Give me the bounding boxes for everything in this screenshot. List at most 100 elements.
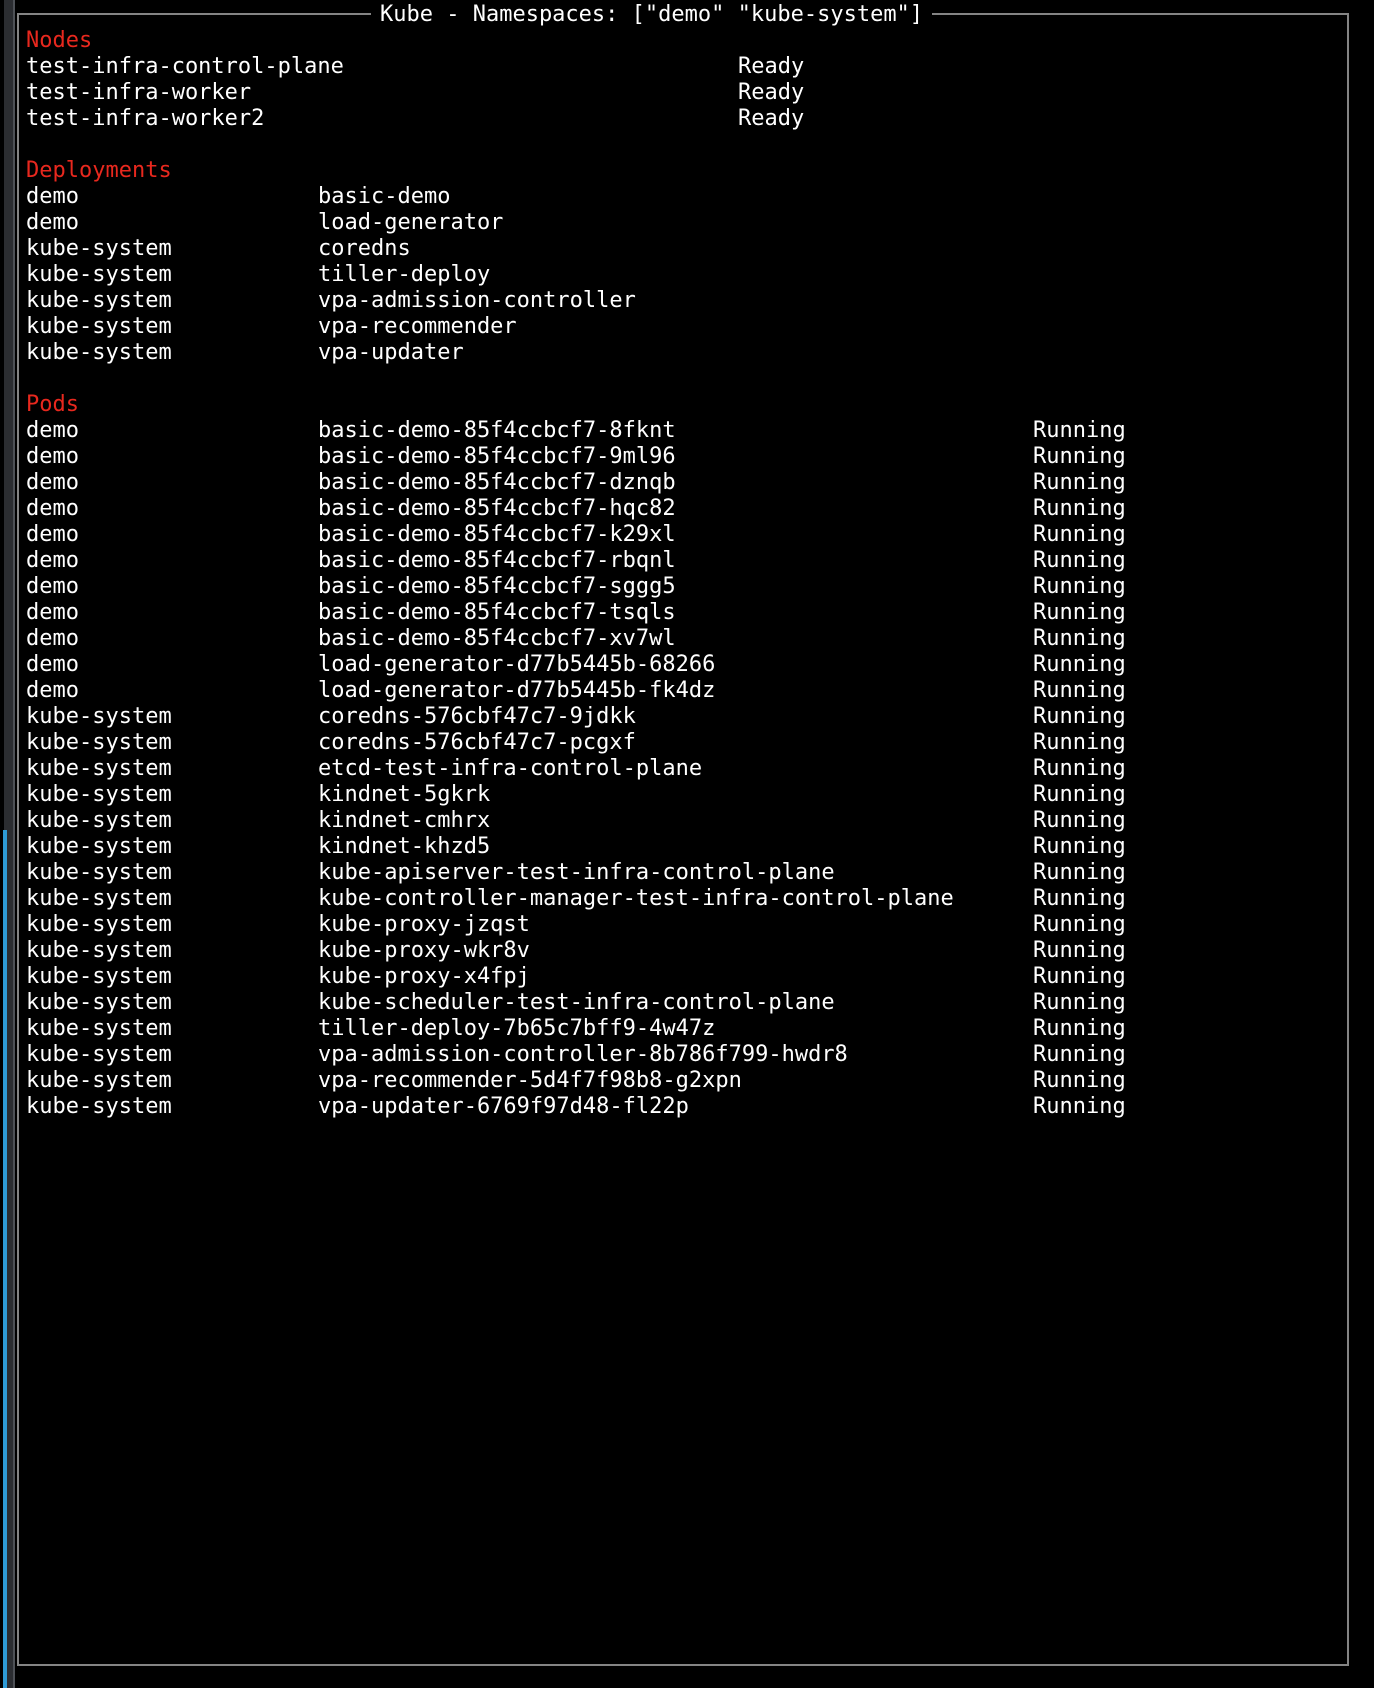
node-name: test-infra-worker2 — [26, 106, 264, 132]
pod-status: Running — [1033, 470, 1126, 496]
pod-name: vpa-updater-6769f97d48-fl22p — [318, 1094, 689, 1120]
pod-name: basic-demo-85f4ccbcf7-8fknt — [318, 418, 676, 444]
pod-namespace: demo — [26, 418, 79, 444]
pod-name: kube-proxy-jzqst — [318, 912, 530, 938]
pod-status: Running — [1033, 1042, 1126, 1068]
pod-namespace: demo — [26, 626, 79, 652]
pod-namespace: kube-system — [26, 860, 172, 886]
deployment-name: vpa-admission-controller — [318, 288, 636, 314]
pod-status: Running — [1033, 704, 1126, 730]
pod-namespace: kube-system — [26, 1016, 172, 1042]
pod-status: Running — [1033, 990, 1126, 1016]
pod-name: basic-demo-85f4ccbcf7-hqc82 — [318, 496, 676, 522]
pod-name: basic-demo-85f4ccbcf7-k29xl — [318, 522, 676, 548]
pod-name: etcd-test-infra-control-plane — [318, 756, 702, 782]
pod-status: Running — [1033, 600, 1126, 626]
pods-section-header: Pods — [19, 392, 1347, 418]
pod-name: kube-controller-manager-test-infra-contr… — [318, 886, 954, 912]
pod-status: Running — [1033, 522, 1126, 548]
pod-namespace: kube-system — [26, 756, 172, 782]
pod-status: Running — [1033, 782, 1126, 808]
pod-status: Running — [1033, 548, 1126, 574]
section-header-label: Pods — [26, 392, 79, 418]
node-row: test-infra-workerReady — [19, 80, 1347, 106]
pod-name: kube-scheduler-test-infra-control-plane — [318, 990, 835, 1016]
deployment-namespace: demo — [26, 210, 79, 236]
pod-namespace: kube-system — [26, 730, 172, 756]
scrollbar-thumb[interactable] — [3, 830, 7, 1688]
pod-row: kube-system vpa-admission-controller-8b78… — [19, 1042, 1347, 1068]
pod-name: vpa-admission-controller-8b786f799-hwdr8 — [318, 1042, 848, 1068]
deployments-table: demobasic-demodemoload-generatorkube-sys… — [19, 184, 1347, 366]
deployment-namespace: kube-system — [26, 236, 172, 262]
pod-row: demobasic-demo-85f4ccbcf7-rbqnlRunning — [19, 548, 1347, 574]
kube-panel: Kube - Namespaces: ["demo" "kube-system"… — [17, 13, 1349, 1666]
pod-status: Running — [1033, 808, 1126, 834]
pod-row: kube-systemkindnet-khzd5Running — [19, 834, 1347, 860]
pod-name: basic-demo-85f4ccbcf7-rbqnl — [318, 548, 676, 574]
pod-row: kube-systemkube-proxy-x4fpjRunning — [19, 964, 1347, 990]
pod-row: kube-systemvpa-updater-6769f97d48-fl22pR… — [19, 1094, 1347, 1120]
pod-row: demobasic-demo-85f4ccbcf7-xv7wlRunning — [19, 626, 1347, 652]
node-row: test-infra-control-planeReady — [19, 54, 1347, 80]
deployment-row: demo basic-demo — [19, 184, 1347, 210]
pod-status: Running — [1033, 1094, 1126, 1120]
node-status: Ready — [738, 80, 804, 106]
pod-namespace: kube-system — [26, 808, 172, 834]
pod-row: demobasic-demo-85f4ccbcf7-k29xlRunning — [19, 522, 1347, 548]
pod-row: kube-system etcd-test-infra-control-plane… — [19, 756, 1347, 782]
pod-row: kube-systemcoredns-576cbf47c7-pcgxfRunni… — [19, 730, 1347, 756]
deployment-name: tiller-deploy — [318, 262, 490, 288]
pods-table: demobasic-demo-85f4ccbcf7-8fkntRunningde… — [19, 418, 1347, 1120]
pod-name: kube-proxy-wkr8v — [318, 938, 530, 964]
pod-row: kube-system kube-proxy-wkr8v Running — [19, 938, 1347, 964]
pod-namespace: demo — [26, 574, 79, 600]
pod-row: kube-systemkube-scheduler-test-infra-con… — [19, 990, 1347, 1016]
pod-row: demoload-generator-d77b5445b-68266Runnin… — [19, 652, 1347, 678]
pod-namespace: kube-system — [26, 1042, 172, 1068]
pod-status: Running — [1033, 626, 1126, 652]
pod-name: kindnet-khzd5 — [318, 834, 490, 860]
pod-row: kube-system coredns-576cbf47c7-9jdkk Runni… — [19, 704, 1347, 730]
deployment-name: load-generator — [318, 210, 503, 236]
deployment-namespace: kube-system — [26, 288, 172, 314]
pod-namespace: demo — [26, 652, 79, 678]
pod-status: Running — [1033, 444, 1126, 470]
pod-status: Running — [1033, 496, 1126, 522]
pod-status: Running — [1033, 418, 1126, 444]
pod-row: kube-systemkube-proxy-jzqstRunning — [19, 912, 1347, 938]
pod-status: Running — [1033, 756, 1126, 782]
deployment-namespace: demo — [26, 184, 79, 210]
pod-namespace: kube-system — [26, 938, 172, 964]
deployment-name: basic-demo — [318, 184, 450, 210]
pod-namespace: kube-system — [26, 1068, 172, 1094]
pod-name: basic-demo-85f4ccbcf7-tsqls — [318, 600, 676, 626]
pod-name: basic-demo-85f4ccbcf7-9ml96 — [318, 444, 676, 470]
deployments-section-header: Deployments — [19, 158, 1347, 184]
pod-name: kindnet-5gkrk — [318, 782, 490, 808]
section-header-label: Nodes — [26, 28, 92, 54]
pod-row: kube-systemkindnet-cmhrxRunning — [19, 808, 1347, 834]
pod-namespace: kube-system — [26, 964, 172, 990]
pod-status: Running — [1033, 964, 1126, 990]
node-name: test-infra-control-plane — [26, 54, 344, 80]
nodes-section-header: Nodes — [19, 28, 1347, 54]
deployment-row: kube-systemvpa-recommender — [19, 314, 1347, 340]
deployment-row: demo load-generator — [19, 210, 1347, 236]
deployment-row: kube-systemcoredns — [19, 236, 1347, 262]
pod-row: kube-systemkube-controller-manager-test-… — [19, 886, 1347, 912]
node-status: Ready — [738, 106, 804, 132]
deployment-namespace: kube-system — [26, 340, 172, 366]
deployment-namespace: kube-system — [26, 314, 172, 340]
pod-row: demobasic-demo-85f4ccbcf7-dznqbRunning — [19, 470, 1347, 496]
pod-name: coredns-576cbf47c7-9jdkk — [318, 704, 636, 730]
pod-name: vpa-recommender-5d4f7f98b8-g2xpn — [318, 1068, 742, 1094]
pod-status: Running — [1033, 886, 1126, 912]
pod-status: Running — [1033, 938, 1126, 964]
panel-content: Nodes test-infra-control-planeReadytest-… — [19, 15, 1347, 1120]
section-gap — [19, 366, 1347, 392]
pod-namespace: kube-system — [26, 704, 172, 730]
deployment-namespace: kube-system — [26, 262, 172, 288]
pod-name: load-generator-d77b5445b-fk4dz — [318, 678, 715, 704]
section-header-label: Deployments — [26, 158, 172, 184]
